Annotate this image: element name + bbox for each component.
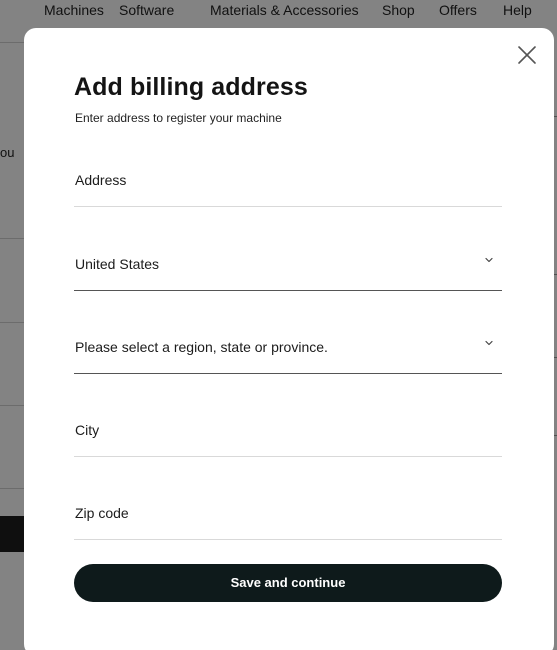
region-placeholder: Please select a region, state or provinc… [75,339,328,355]
zip-code-field[interactable]: Zip code [74,504,502,540]
save-and-continue-button[interactable]: Save and continue [74,564,502,602]
country-select[interactable]: United States [74,255,502,291]
region-underline [74,373,502,374]
chevron-down-icon [485,257,493,263]
close-button[interactable] [516,44,538,66]
close-icon [518,46,536,64]
city-field[interactable]: City [74,421,502,457]
address-field[interactable]: Address [74,171,502,207]
billing-address-modal: Add billing address Enter address to reg… [24,28,554,650]
country-underline [74,290,502,291]
zip-code-placeholder: Zip code [75,505,129,521]
chevron-down-icon [485,340,493,346]
modal-title: Add billing address [74,73,308,101]
zip-code-underline [74,539,502,540]
region-select[interactable]: Please select a region, state or provinc… [74,338,502,374]
city-placeholder: City [75,422,100,438]
modal-subtitle: Enter address to register your machine [75,111,282,125]
address-underline [74,206,502,207]
country-value: United States [75,256,160,272]
address-placeholder: Address [75,172,127,188]
city-underline [74,456,502,457]
